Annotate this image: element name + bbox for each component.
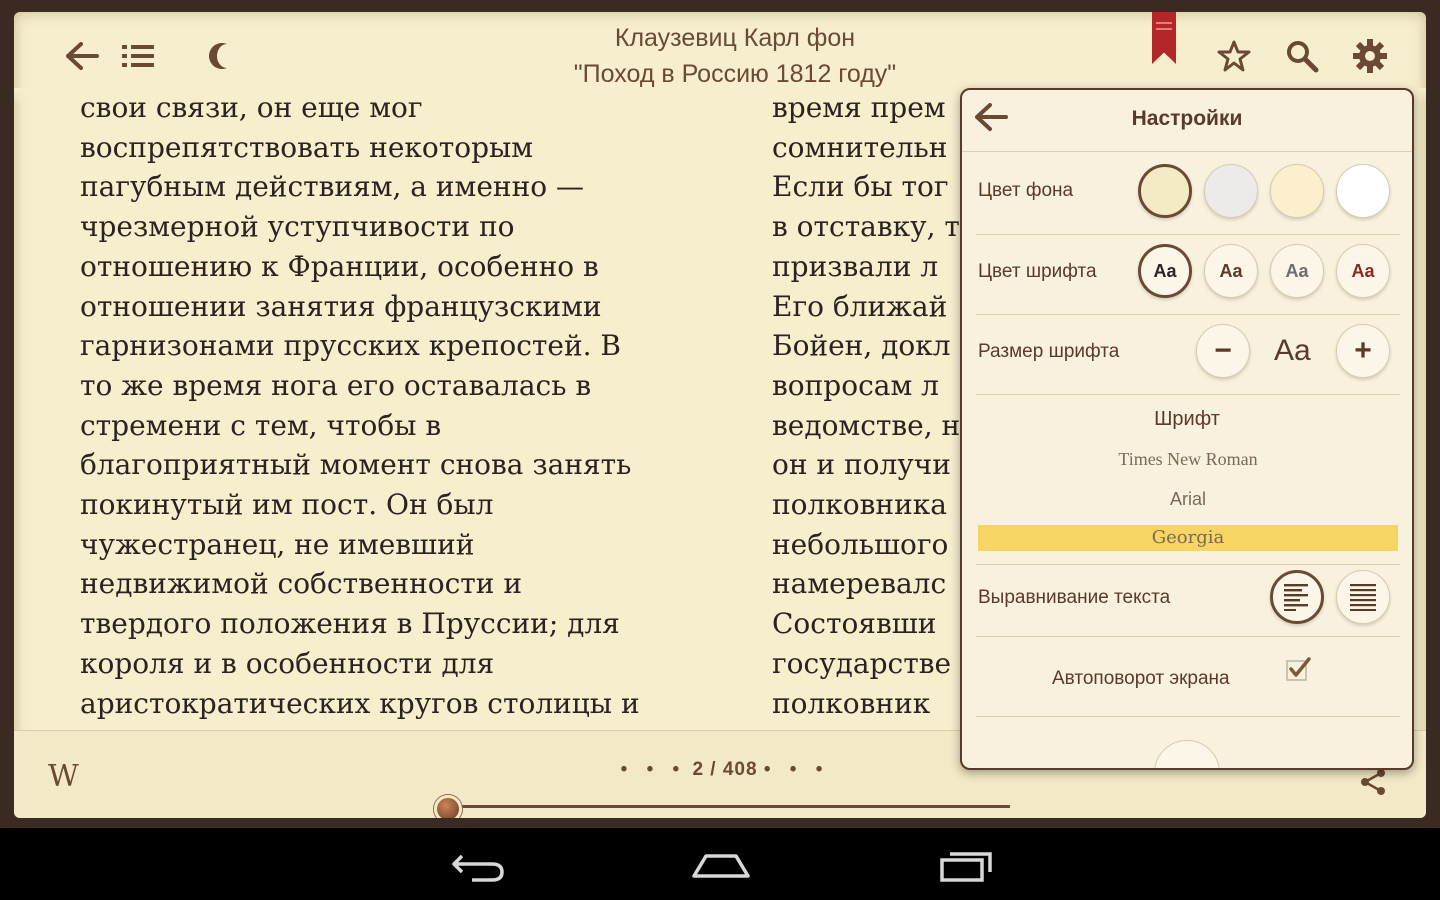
autorotate-label: Автоповорот экрана — [1052, 668, 1230, 689]
search-icon[interactable] — [1280, 34, 1324, 78]
text-line: чужестранец, не имевший — [80, 527, 475, 561]
text-line: гарнизонами прусских крепостей. В — [80, 329, 622, 363]
page-slider-thumb[interactable] — [434, 795, 462, 818]
font-color-label: Цвет шрифта — [978, 261, 1097, 282]
text-line: благоприятный момент снова занять — [80, 448, 632, 482]
align-justify-icon — [1350, 584, 1376, 611]
home-nav-icon[interactable] — [686, 846, 756, 886]
settings-title: Настройки — [1131, 107, 1243, 130]
text-line: вопросам л — [772, 368, 939, 402]
text-line: сомнительн — [772, 130, 948, 164]
font-option-times[interactable]: Times New Roman — [978, 446, 1398, 472]
bg-color-swatch[interactable] — [1204, 164, 1258, 218]
page-number: 2 / 408 — [692, 759, 758, 780]
text-column-left: свои связи, он еще мог воспрепятствовать… — [80, 88, 700, 738]
font-color-sample: Aa — [1153, 260, 1177, 281]
autorotate-checkbox[interactable] — [1286, 656, 1311, 681]
font-option-arial[interactable]: Arial — [978, 486, 1398, 512]
font-color-option[interactable]: Aa — [1270, 244, 1324, 298]
settings-panel: Настройки Цвет фона Цвет шрифта Aa Aa Aa… — [960, 88, 1414, 770]
text-line: в отставку, т — [772, 210, 960, 244]
font-size-label: Размер шрифта — [978, 341, 1120, 362]
font-color-sample: Aa — [1219, 260, 1243, 281]
text-line: Его ближай — [772, 289, 948, 323]
divider — [976, 564, 1400, 565]
text-line: Если бы тог — [772, 170, 949, 204]
align-left-icon — [1284, 584, 1308, 611]
text-line: воспрепятствовать некоторым — [80, 130, 534, 164]
font-heading: Шрифт — [1154, 408, 1220, 430]
align-left-button[interactable] — [1270, 570, 1324, 624]
page-dots: • • • — [763, 759, 830, 780]
page-dots: • • • — [620, 759, 687, 780]
text-column-right: время прем сомнительн Если бы тог в отст… — [772, 88, 972, 738]
font-color-option[interactable]: Aa — [1138, 244, 1192, 298]
font-option-georgia[interactable]: Georgia — [978, 525, 1398, 551]
text-line: полковника — [772, 488, 947, 522]
bg-color-swatch[interactable] — [1336, 164, 1390, 218]
text-line: чрезмерной уступчивости по — [80, 210, 515, 244]
decrease-font-size-button[interactable]: − — [1196, 324, 1250, 378]
divider — [976, 636, 1400, 637]
bg-color-swatch[interactable] — [1138, 164, 1192, 218]
divider — [976, 716, 1400, 717]
text-line: покинутый им пост. Он был — [80, 488, 494, 522]
text-line: он и получи — [772, 448, 951, 482]
bg-color-swatch[interactable] — [1270, 164, 1324, 218]
font-color-option[interactable]: Aa — [1204, 244, 1258, 298]
text-line: Состоявши — [772, 607, 937, 641]
star-icon[interactable] — [1212, 34, 1256, 78]
share-icon[interactable] — [1358, 767, 1388, 797]
divider — [976, 394, 1400, 395]
font-size-sample: Aa — [1274, 334, 1311, 367]
page-slider-track[interactable] — [450, 805, 1010, 808]
text-line: пагубным действиям, а именно — — [80, 170, 584, 204]
bg-color-label: Цвет фона — [978, 180, 1074, 201]
text-line: отношении занятия французскими — [80, 289, 602, 323]
text-line: государстве — [772, 646, 952, 680]
text-line: недвижимой собственности и — [80, 567, 522, 601]
text-line: полковник — [772, 686, 931, 720]
gear-icon[interactable] — [1348, 34, 1392, 78]
recent-apps-icon[interactable] — [930, 846, 1000, 886]
text-align-label: Выравнивание текста — [978, 587, 1171, 608]
wikipedia-icon[interactable]: W — [48, 759, 79, 794]
text-line: призвали л — [772, 249, 939, 283]
back-nav-icon[interactable] — [442, 846, 512, 886]
text-line: отношению к Франции, особенно в — [80, 249, 599, 283]
text-line: намеревалс — [772, 567, 947, 601]
align-justify-button[interactable] — [1336, 570, 1390, 624]
system-nav-bar — [0, 828, 1440, 900]
settings-header: Настройки — [962, 90, 1412, 152]
text-line: ведомстве, н — [772, 408, 961, 442]
page-indicator: • • • 2 / 408 • • • — [614, 759, 836, 781]
font-color-sample: Aa — [1351, 260, 1375, 281]
increase-font-size-button[interactable]: + — [1336, 324, 1390, 378]
top-toolbar: Клаузевиц Карл фон "Поход в Россию 1812 … — [14, 12, 1426, 100]
text-line: короля и в особенности для — [80, 646, 495, 680]
more-settings-button[interactable] — [1154, 740, 1220, 768]
divider — [976, 314, 1400, 315]
text-line: Бойен, докл — [772, 329, 951, 363]
bookmark-ribbon-icon[interactable] — [1152, 12, 1176, 64]
text-line: небольшого — [772, 527, 949, 561]
font-color-option[interactable]: Aa — [1336, 244, 1390, 298]
font-color-sample: Aa — [1285, 260, 1309, 281]
text-line: твердого положения в Пруссии; для — [80, 607, 620, 641]
text-line: стремени с тем, чтобы в — [80, 408, 442, 442]
divider — [976, 234, 1400, 235]
text-line: то же время нога его оставалась в — [80, 368, 592, 402]
text-line: аристократических кругов столицы и — [80, 686, 640, 720]
